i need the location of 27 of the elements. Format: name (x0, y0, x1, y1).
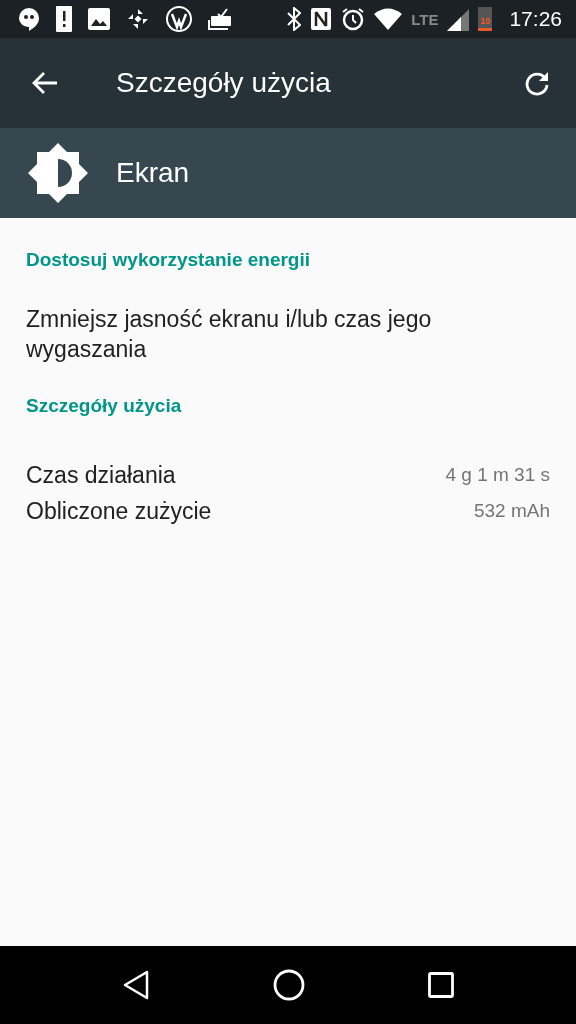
back-arrow-icon[interactable] (32, 71, 58, 95)
alarm-clock-icon (341, 7, 366, 31)
section-heading: Dostosuj wykorzystanie energii (26, 249, 312, 271)
network-type: LTE (411, 11, 439, 28)
detail-label: Obliczone zużycie (26, 497, 212, 525)
inbox-check-icon (208, 8, 232, 30)
image-icon (88, 8, 110, 30)
signal-icon (447, 7, 470, 31)
clock: 17:26 (509, 7, 562, 31)
app-title: Ekran (116, 157, 190, 189)
detail-value: 4 g 1 m 31 s (445, 464, 550, 486)
recents-icon[interactable] (428, 972, 455, 998)
nfc-icon (310, 7, 333, 31)
home-icon[interactable] (273, 969, 305, 1001)
bluetooth-icon (287, 7, 302, 31)
detail-label: Czas działania (26, 461, 176, 489)
battery-icon: 10 (478, 7, 493, 31)
alert-icon (56, 6, 72, 32)
wifi-icon (374, 8, 403, 30)
chat-bubble-icon (18, 7, 40, 31)
tip-text[interactable]: Zmniejsz jasność ekranu i/lub czas jego wygaszania (26, 304, 550, 364)
brightness-icon (26, 141, 90, 205)
refresh-icon[interactable] (524, 70, 550, 96)
back-icon[interactable] (121, 970, 150, 1000)
section-heading: Szczegóły użycia (26, 395, 183, 417)
detail-value: 532 mAh (473, 500, 550, 522)
toolbar-title: Szczegóły użycia (116, 67, 332, 99)
